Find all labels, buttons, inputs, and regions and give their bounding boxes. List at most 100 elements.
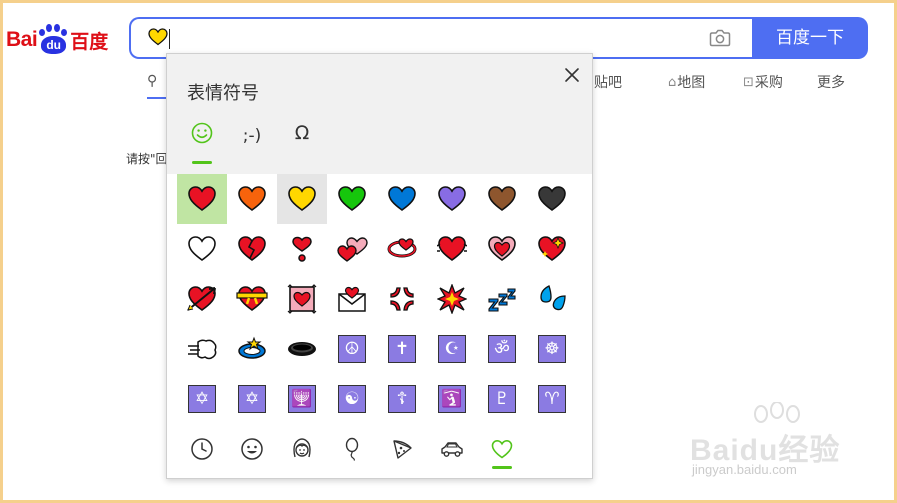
emoji-white-heart[interactable] — [177, 224, 227, 274]
emoji-anger-symbol[interactable] — [377, 274, 427, 324]
emoji-pluto[interactable]: ♇ — [477, 374, 527, 424]
pizza-icon — [390, 437, 414, 461]
watermark-paw-icon — [754, 402, 800, 423]
growing-heart-icon — [487, 234, 517, 264]
menorah-icon: 🕎 — [288, 385, 316, 413]
tab-symbols[interactable]: Ω — [289, 122, 315, 158]
purchase-label: 采购 — [754, 75, 783, 91]
emoji-smiley[interactable] — [227, 424, 277, 474]
active-tab-underline — [147, 97, 167, 99]
two-hearts-icon — [336, 234, 368, 264]
emoji-panel-title: 表情符号 — [187, 83, 259, 104]
emoji-hole[interactable] — [277, 324, 327, 374]
emoji-black-heart[interactable] — [527, 174, 577, 224]
search-input-value — [148, 27, 168, 51]
emoji-six-pointed-star[interactable]: ✡ — [227, 374, 277, 424]
more-label: 更多 — [817, 75, 845, 91]
emoji-star-and-crescent[interactable]: ☪ — [427, 324, 477, 374]
emoji-orthodox-cross[interactable]: ☦ — [377, 374, 427, 424]
emoji-pizza[interactable] — [377, 424, 427, 474]
sweat-droplets-icon — [537, 284, 567, 314]
dizzy-icon — [236, 334, 268, 364]
search-button[interactable]: 百度一下 — [752, 17, 868, 59]
star-of-david-icon: ✡ — [188, 385, 216, 413]
emoji-red-heart[interactable] — [177, 174, 227, 224]
nav-item-tieba[interactable]: 贴吧 — [594, 72, 622, 92]
green-heart-icon — [337, 184, 367, 214]
emoji-yellow-heart[interactable] — [277, 174, 327, 224]
white-heart-icon — [187, 234, 217, 264]
wheel-of-dharma-icon: ☸ — [538, 335, 566, 363]
tab-emoticons[interactable]: ;-) — [237, 126, 267, 162]
dashing-away-icon — [186, 334, 218, 364]
nav-item-map[interactable]: ⌂ 地图 — [668, 72, 705, 92]
map-label: 地图 — [677, 75, 706, 91]
baidu-logo[interactable]: Bai du 百度 — [6, 22, 108, 58]
emoji-wheel-of-dharma[interactable]: ☸ — [527, 324, 577, 374]
emoji-place-of-worship[interactable]: 🛐 — [427, 374, 477, 424]
yin-yang-icon: ☯ — [338, 385, 366, 413]
revolving-hearts-icon — [386, 234, 418, 264]
yellow-heart-icon — [148, 28, 168, 46]
close-icon[interactable] — [563, 66, 581, 84]
emoji-growing-heart[interactable] — [477, 224, 527, 274]
emoji-menorah[interactable]: 🕎 — [277, 374, 327, 424]
clock-icon — [190, 437, 214, 461]
paw-icon: du — [38, 24, 68, 56]
emoji-love-letter[interactable] — [327, 274, 377, 324]
emoji-car[interactable] — [427, 424, 477, 474]
orange-heart-icon — [237, 184, 267, 214]
latin-cross-icon: ✝ — [388, 335, 416, 363]
emoji-broken-heart[interactable] — [227, 224, 277, 274]
emoji-zzz[interactable] — [477, 274, 527, 324]
emoji-yin-yang[interactable]: ☯ — [327, 374, 377, 424]
green-heart-outline-icon — [490, 437, 514, 461]
heart-with-ribbon-icon — [236, 284, 268, 314]
emoji-woman-face[interactable] — [277, 424, 327, 474]
emoji-om[interactable]: ॐ — [477, 324, 527, 374]
nav-item-purchase[interactable]: ⊡ 采购 — [743, 72, 783, 92]
emoji-heart-with-ribbon[interactable] — [227, 274, 277, 324]
yellow-heart-icon — [287, 184, 317, 214]
emoji-peace-symbol[interactable]: ☮ — [327, 324, 377, 374]
hint-text: 请按"回 — [126, 152, 168, 166]
six-pointed-star-icon: ✡ — [238, 385, 266, 413]
emoji-green-heart[interactable] — [327, 174, 377, 224]
camera-icon[interactable] — [709, 28, 731, 48]
emoji-aries[interactable]: ♈ — [527, 374, 577, 424]
logo-cn-text: 百度 — [70, 30, 109, 53]
smiley-icon — [240, 437, 264, 461]
emoji-revolving-hearts[interactable] — [377, 224, 427, 274]
emoji-latin-cross[interactable]: ✝ — [377, 324, 427, 374]
emoji-sweat-droplets[interactable] — [527, 274, 577, 324]
emoji-dashing-away[interactable] — [177, 324, 227, 374]
text-caret — [169, 29, 170, 49]
woman-face-icon — [290, 437, 314, 461]
logo-bai-text: Bai — [6, 28, 38, 51]
basket-icon: ⊡ — [743, 74, 754, 90]
om-icon: ॐ — [488, 335, 516, 363]
bottom-category-indicator — [492, 466, 512, 469]
emoji-heart-exclamation[interactable] — [277, 224, 327, 274]
peace-symbol-icon: ☮ — [338, 335, 366, 363]
red-heart-icon — [187, 184, 217, 214]
emoji-brown-heart[interactable] — [477, 174, 527, 224]
emoji-star-of-david[interactable]: ✡ — [177, 374, 227, 424]
emoji-collision[interactable] — [427, 274, 477, 324]
blue-heart-icon — [387, 184, 417, 214]
emoji-two-hearts[interactable] — [327, 224, 377, 274]
tab-smileys[interactable] — [189, 122, 215, 158]
emoji-blue-heart[interactable] — [377, 174, 427, 224]
emoji-orange-heart[interactable] — [227, 174, 277, 224]
emoji-purple-heart[interactable] — [427, 174, 477, 224]
emoji-heart-with-arrow[interactable] — [177, 274, 227, 324]
emoji-beating-heart[interactable] — [427, 224, 477, 274]
emoji-panel-header: 表情符号 ;-) Ω — [167, 54, 592, 174]
emoji-balloon[interactable] — [327, 424, 377, 474]
nav-item-more[interactable]: 更多 — [817, 72, 845, 92]
emoji-dizzy[interactable] — [227, 324, 277, 374]
emoji-heart-decoration[interactable] — [277, 274, 327, 324]
emoji-clock[interactable] — [177, 424, 227, 474]
emoji-sparkling-heart[interactable] — [527, 224, 577, 274]
love-letter-icon — [336, 284, 368, 314]
